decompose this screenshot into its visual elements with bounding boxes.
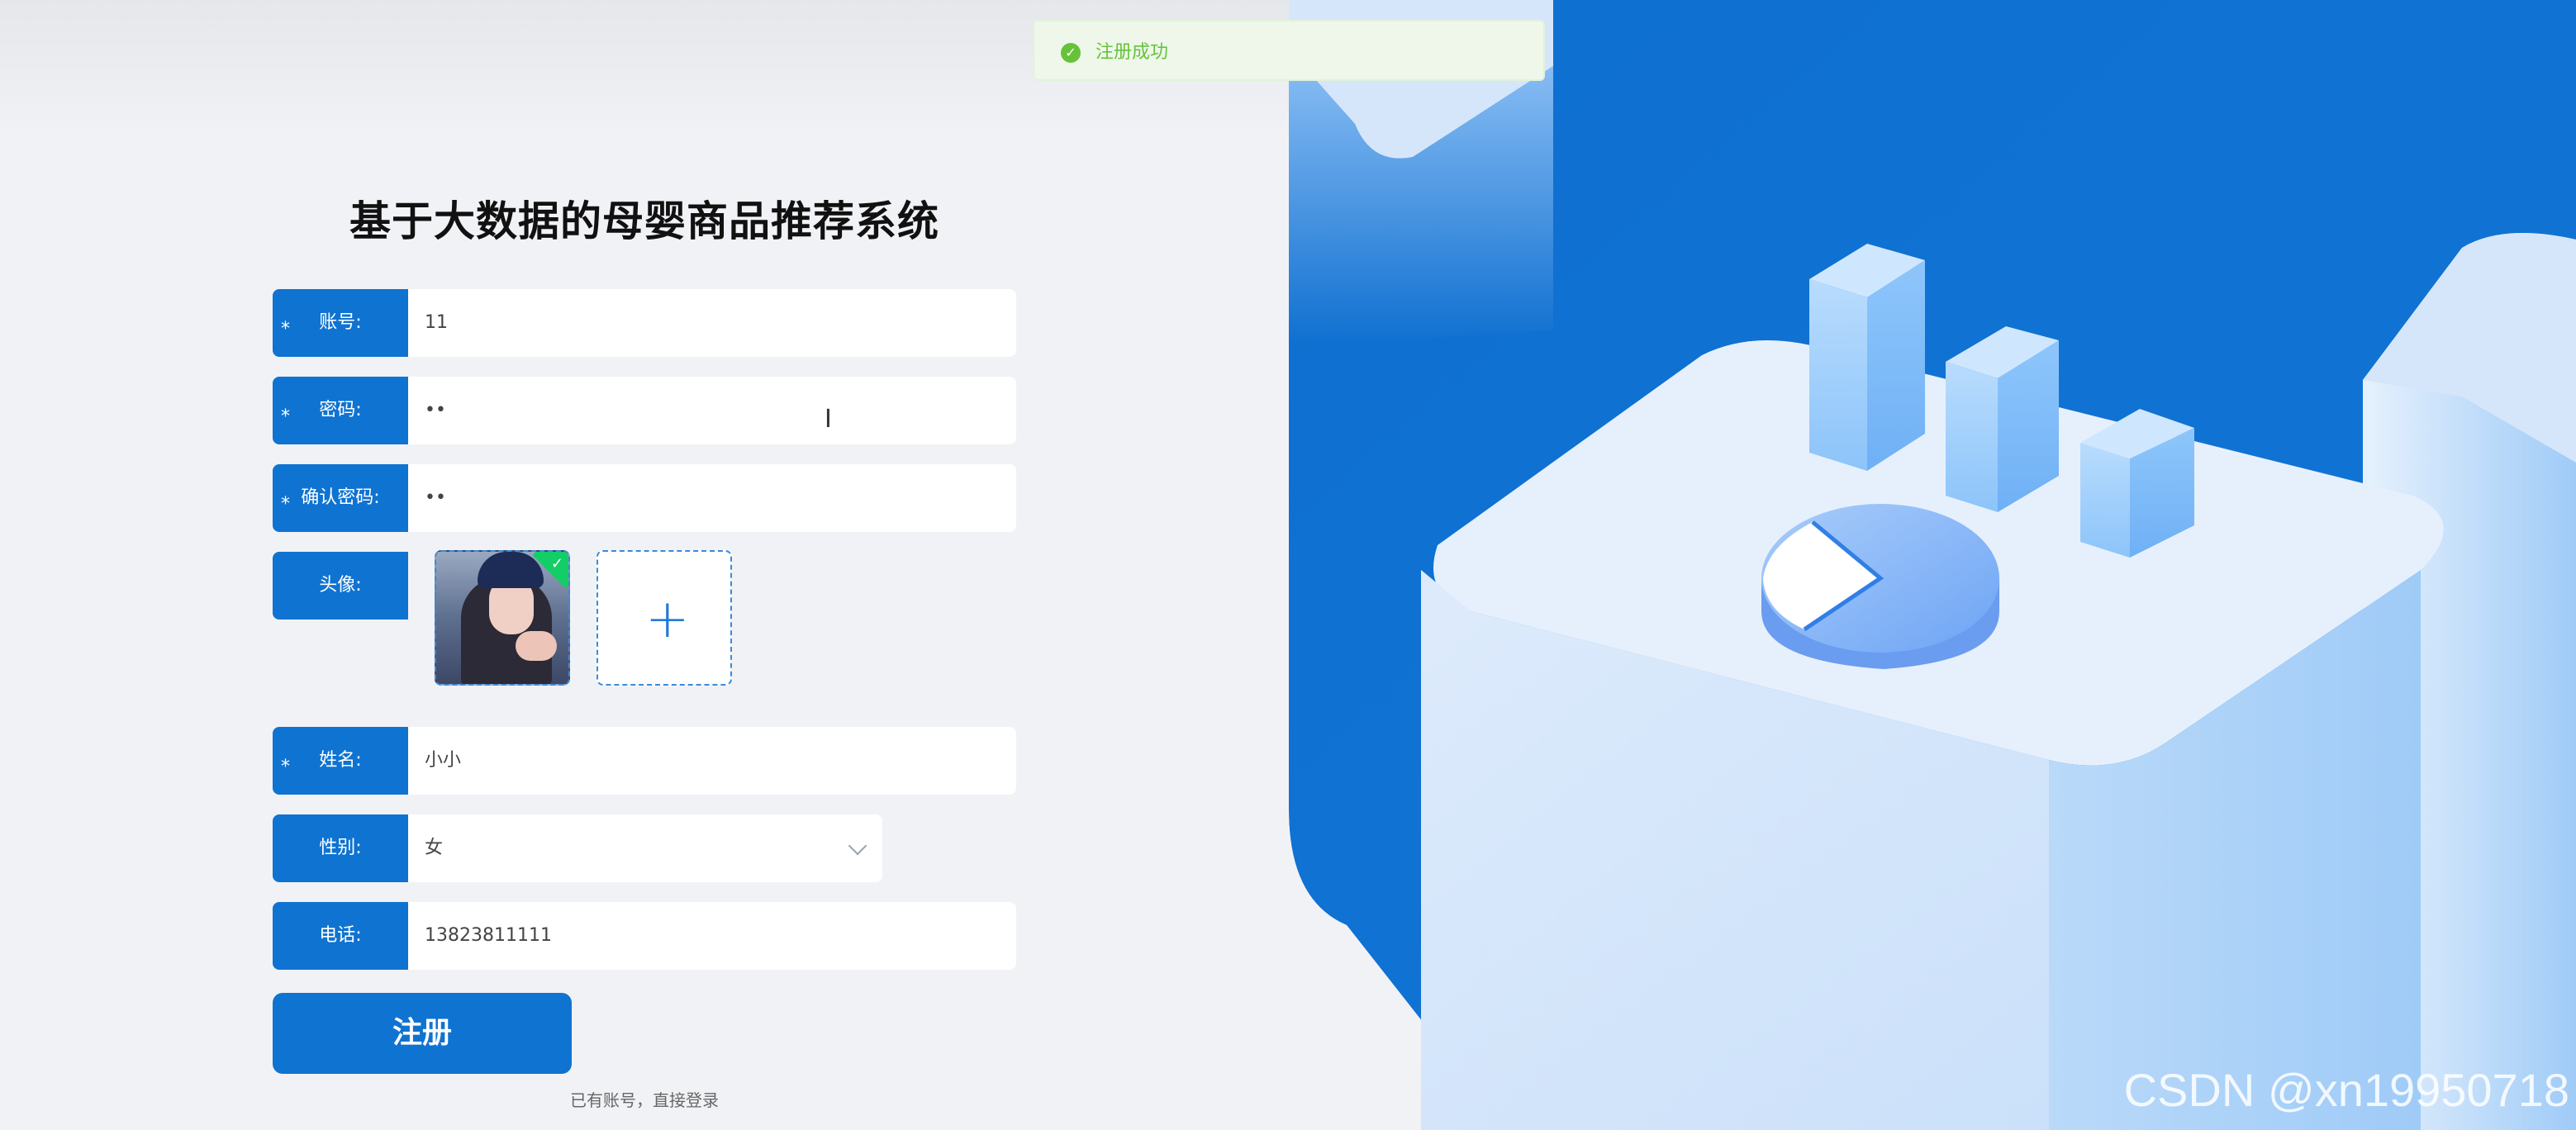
avatar-preview[interactable]: ✓	[435, 550, 570, 686]
account-input[interactable]: 11	[408, 289, 1016, 357]
gender-select[interactable]: 女	[408, 814, 882, 882]
bar-1	[1809, 244, 1925, 471]
name-label-text: 姓名:	[319, 750, 362, 771]
hero-illustration: CSDN @xn19950718	[1289, 0, 2576, 1130]
required-mark: *	[281, 319, 290, 339]
toast-message: 注册成功	[1096, 42, 1169, 63]
register-button[interactable]: 注册	[273, 993, 572, 1074]
confirm-password-label: * 确认密码:	[273, 464, 408, 532]
phone-label: 电话:	[273, 902, 408, 970]
password-input[interactable]: ••	[408, 377, 1016, 444]
phone-label-text: 电话:	[319, 925, 362, 946]
page-title: 基于大数据的母婴商品推荐系统	[349, 197, 939, 245]
account-label: * 账号:	[273, 289, 408, 357]
name-label: * 姓名:	[273, 727, 408, 795]
check-icon: ✓	[550, 555, 563, 572]
gender-value: 女	[425, 838, 444, 858]
required-mark: *	[281, 406, 290, 427]
avatar-label-text: 头像:	[319, 575, 362, 596]
bar-2	[1946, 326, 2059, 512]
login-link[interactable]: 已有账号，直接登录	[570, 1087, 719, 1111]
confirm-password-input[interactable]: ••	[408, 464, 1016, 532]
success-toast: ✓ 注册成功	[1033, 20, 1545, 81]
phone-input[interactable]: 13823811111	[408, 902, 1016, 970]
text-cursor-icon: I	[825, 405, 832, 434]
pie-chart	[1761, 504, 1999, 669]
account-label-text: 账号:	[319, 312, 362, 333]
password-label-text: 密码:	[319, 400, 362, 420]
gender-label-text: 性别:	[319, 838, 362, 858]
isometric-chart-illustration	[1289, 0, 2576, 1130]
required-mark: *	[281, 757, 290, 777]
plus-icon: +	[645, 589, 690, 650]
avatar-hand	[516, 631, 557, 661]
confirm-password-label-text: 确认密码:	[301, 487, 380, 508]
password-label: * 密码:	[273, 377, 408, 444]
check-circle-icon: ✓	[1061, 43, 1081, 63]
csdn-watermark: CSDN @xn19950718	[2123, 1064, 2569, 1116]
avatar-label: 头像:	[273, 552, 408, 620]
gender-label: 性别:	[273, 814, 408, 882]
chevron-down-icon	[848, 836, 867, 856]
avatar-upload-button[interactable]: +	[596, 550, 732, 686]
register-panel: 基于大数据的母婴商品推荐系统 * 账号: 11 * 密码: •• * 确认密码:…	[0, 0, 1289, 1130]
required-mark: *	[281, 494, 290, 515]
register-page: 基于大数据的母婴商品推荐系统 * 账号: 11 * 密码: •• * 确认密码:…	[0, 0, 2576, 1130]
name-input[interactable]: 小小	[408, 727, 1016, 795]
